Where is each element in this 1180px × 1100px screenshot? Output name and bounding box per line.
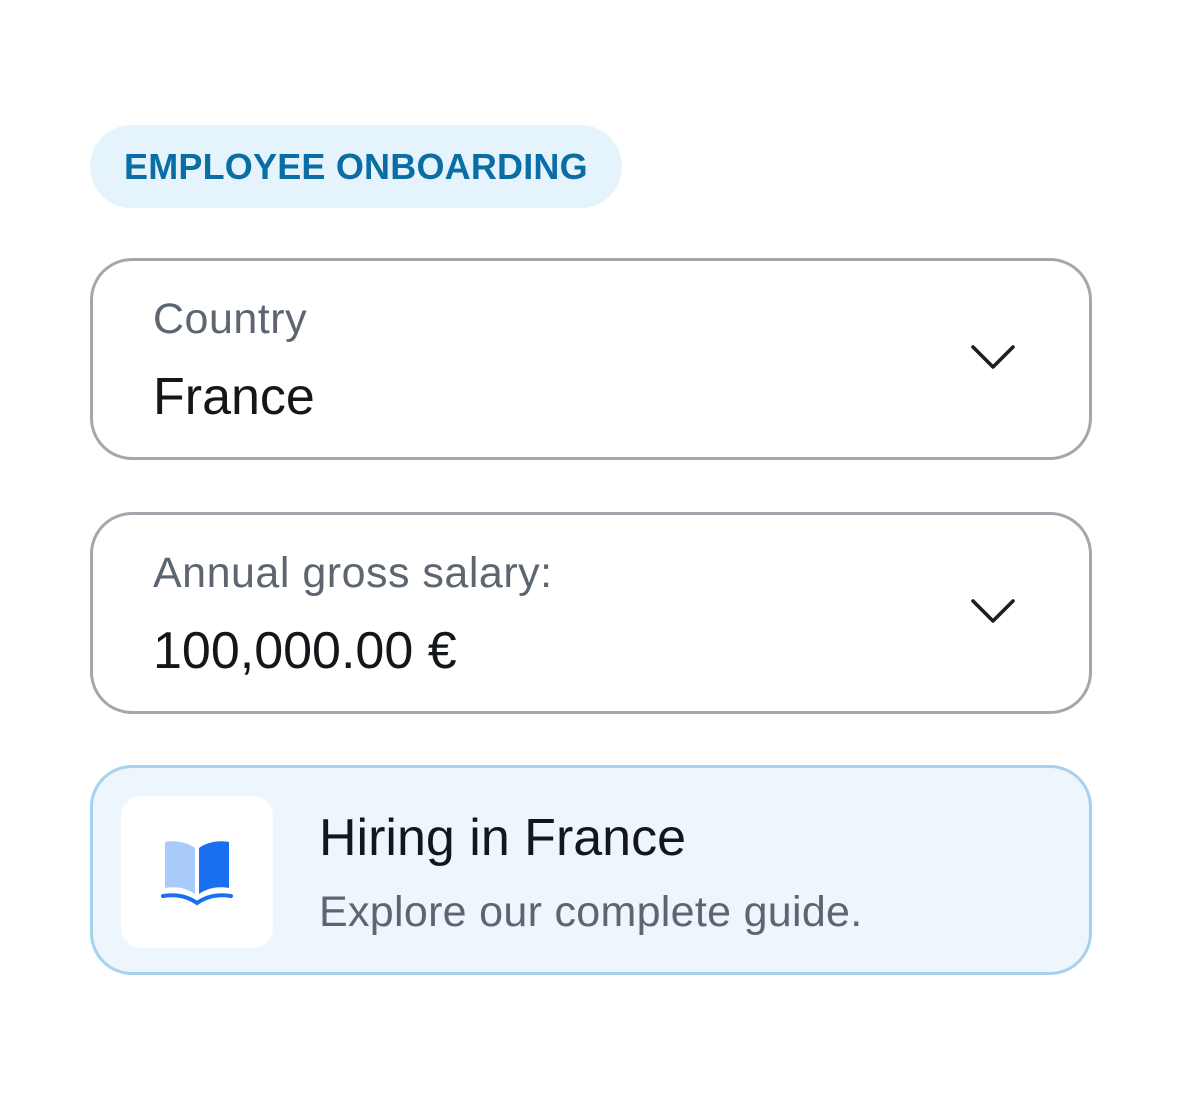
badge-label: EMPLOYEE ONBOARDING	[124, 145, 588, 187]
salary-value: 100,000.00 €	[153, 622, 457, 680]
guide-icon-tile	[121, 796, 273, 948]
guide-subtitle: Explore our complete guide.	[319, 888, 863, 936]
onboarding-card: EMPLOYEE ONBOARDING Country France Annua…	[0, 0, 1180, 1100]
country-select[interactable]: Country France	[90, 258, 1092, 460]
book-icon	[161, 841, 233, 906]
hiring-guide-card[interactable]: Hiring in France Explore our complete gu…	[90, 765, 1092, 975]
chevron-down-icon	[971, 345, 1015, 369]
chevron-down-icon	[971, 599, 1015, 623]
country-value: France	[153, 368, 315, 426]
country-label: Country	[153, 295, 308, 343]
salary-select[interactable]: Annual gross salary: 100,000.00 €	[90, 512, 1092, 714]
salary-label: Annual gross salary:	[153, 549, 553, 597]
section-badge: EMPLOYEE ONBOARDING	[90, 125, 622, 208]
guide-title: Hiring in France	[319, 809, 687, 867]
